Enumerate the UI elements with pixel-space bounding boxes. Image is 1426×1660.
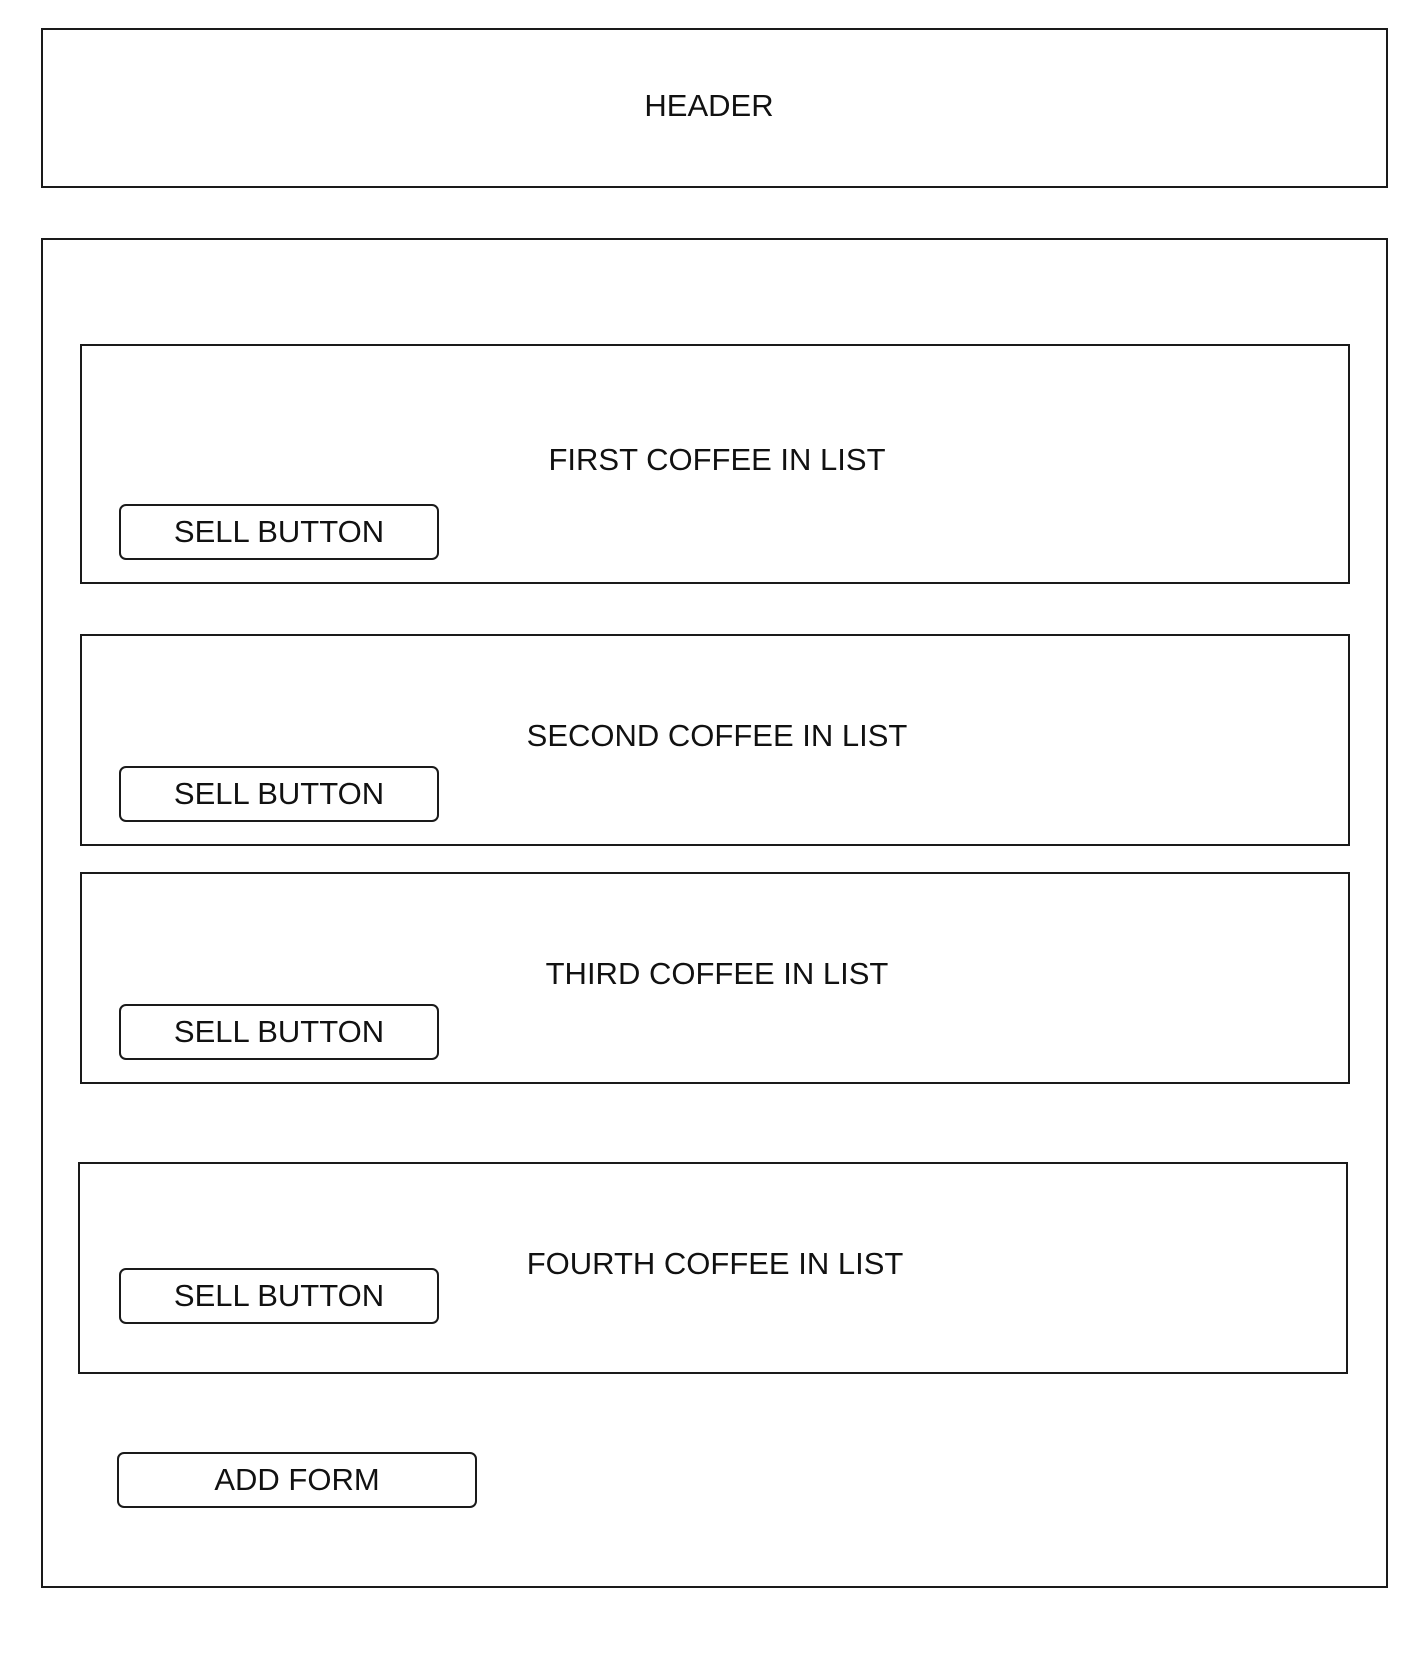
main-container: FIRST COFFEE IN LIST SELL BUTTON SECOND … <box>41 238 1388 1588</box>
sell-button-1[interactable]: SELL BUTTON <box>119 504 439 560</box>
coffee-item-4-title: FOURTH COFFEE IN LIST <box>526 1246 904 1281</box>
sell-button-4[interactable]: SELL BUTTON <box>119 1268 439 1324</box>
coffee-item-1-title: FIRST COFFEE IN LIST <box>548 442 886 477</box>
coffee-item-4: FOURTH COFFEE IN LIST SELL BUTTON <box>78 1162 1348 1374</box>
add-form-button[interactable]: ADD FORM <box>117 1452 477 1508</box>
sell-button-3[interactable]: SELL BUTTON <box>119 1004 439 1060</box>
coffee-item-2: SECOND COFFEE IN LIST SELL BUTTON <box>80 634 1350 846</box>
coffee-item-1: FIRST COFFEE IN LIST SELL BUTTON <box>80 344 1350 584</box>
coffee-item-2-title: SECOND COFFEE IN LIST <box>526 718 908 753</box>
header-label: HEADER <box>644 88 774 123</box>
coffee-item-3: THIRD COFFEE IN LIST SELL BUTTON <box>80 872 1350 1084</box>
header-box: HEADER <box>41 28 1388 188</box>
sell-button-2[interactable]: SELL BUTTON <box>119 766 439 822</box>
coffee-item-3-title: THIRD COFFEE IN LIST <box>545 956 889 991</box>
